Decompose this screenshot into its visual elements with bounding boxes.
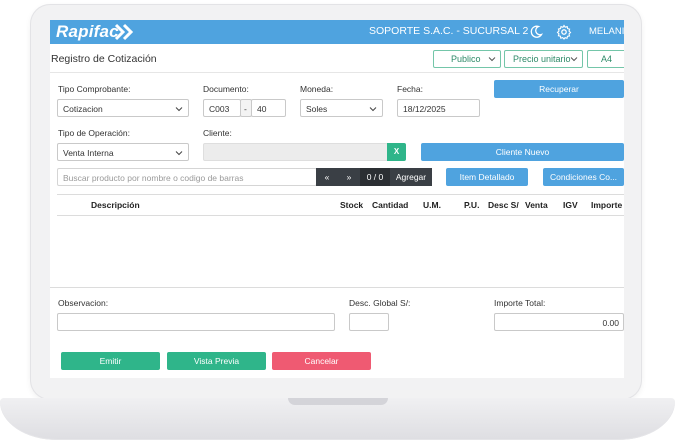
recuperar-button[interactable]: Recuperar xyxy=(494,80,624,98)
moneda-select[interactable]: Soles xyxy=(300,99,383,117)
emitir-button[interactable]: Emitir xyxy=(61,352,160,370)
tipo-operacion-value: Venta Interna xyxy=(63,147,114,158)
tipo-comprobante-label: Tipo Comprobante: xyxy=(58,84,131,94)
agregar-button[interactable]: Agregar xyxy=(390,168,432,186)
price-select[interactable]: Precio unitario xyxy=(504,50,583,68)
laptop-notch xyxy=(288,398,388,405)
moon-icon[interactable] xyxy=(529,25,543,39)
chevron-down-icon xyxy=(175,151,183,156)
documento-separator-text: - xyxy=(244,103,247,114)
page-counter: 0 / 0 xyxy=(360,168,390,186)
chevron-down-icon xyxy=(369,107,377,112)
condiciones-button[interactable]: Condiciones Co... xyxy=(543,168,624,186)
product-search-placeholder: Buscar producto por nombre o codigo de b… xyxy=(63,172,244,183)
documento-numero-value: 40 xyxy=(257,103,267,114)
tipo-operacion-select[interactable]: Venta Interna xyxy=(57,143,189,161)
desc-global-label: Desc. Global S/: xyxy=(349,298,411,308)
column-um: U.M. xyxy=(423,200,441,210)
tipo-operacion-label: Tipo de Operación: xyxy=(58,128,130,138)
table-top-border xyxy=(57,194,624,195)
gear-icon[interactable] xyxy=(556,24,572,40)
product-search-input[interactable]: Buscar producto por nombre o codigo de b… xyxy=(57,168,317,186)
device-mockup: Rapifac SOPORTE S.A.C. - SUCURSAL 2 MELA… xyxy=(0,0,675,440)
column-igv: IGV xyxy=(563,200,578,210)
moneda-value: Soles xyxy=(306,103,328,114)
fecha-label: Fecha: xyxy=(397,84,423,94)
moneda-label: Moneda: xyxy=(300,84,334,94)
brand-logo[interactable]: Rapifac xyxy=(56,22,119,42)
fecha-value: 18/12/2025 xyxy=(403,103,446,114)
top-bar: Rapifac SOPORTE S.A.C. - SUCURSAL 2 MELA… xyxy=(50,20,624,44)
documento-numero-input[interactable]: 40 xyxy=(251,99,286,117)
item-detallado-button[interactable]: Item Detallado xyxy=(446,168,528,186)
list-select[interactable]: Publico xyxy=(433,50,501,68)
table-header-border xyxy=(57,215,624,216)
format-select-value: A4 xyxy=(601,54,613,64)
documento-serie-value: C003 xyxy=(209,103,230,114)
user-name[interactable]: MELANI xyxy=(589,26,624,37)
observacion-label: Observacion: xyxy=(58,298,109,308)
format-select[interactable]: A4 xyxy=(587,50,624,68)
column-descripcion: Descripción xyxy=(91,200,140,210)
company-name[interactable]: SOPORTE S.A.C. - SUCURSAL 2 xyxy=(369,25,528,37)
column-stock: Stock xyxy=(340,200,364,210)
observacion-input[interactable] xyxy=(57,313,335,331)
fecha-input[interactable]: 18/12/2025 xyxy=(397,99,480,117)
vista-previa-button[interactable]: Vista Previa xyxy=(167,352,266,370)
tipo-comprobante-value: Cotizacion xyxy=(63,103,103,114)
documento-label: Documento: xyxy=(203,84,249,94)
documento-serie-input[interactable]: C003 xyxy=(203,99,241,117)
cancelar-button[interactable]: Cancelar xyxy=(272,352,371,370)
app-screen: Rapifac SOPORTE S.A.C. - SUCURSAL 2 MELA… xyxy=(50,20,624,378)
column-desc: Desc S/ xyxy=(488,200,519,210)
cliente-input[interactable] xyxy=(203,143,388,161)
cliente-label: Cliente: xyxy=(203,128,232,138)
desc-global-input[interactable] xyxy=(349,313,389,331)
chevron-down-icon xyxy=(175,107,183,112)
importe-total-input: 0.00 xyxy=(494,313,624,331)
column-venta: Venta xyxy=(525,200,548,210)
list-select-value: Publico xyxy=(451,54,481,64)
price-select-value: Precio unitario xyxy=(513,54,571,64)
table-bottom-border xyxy=(50,287,624,288)
brand-chevrons-icon xyxy=(114,23,134,41)
cliente-clear-button[interactable]: X xyxy=(387,143,406,161)
prev-page-button[interactable]: « xyxy=(316,168,338,186)
chevron-down-icon xyxy=(488,57,496,62)
chevron-down-icon xyxy=(570,57,578,62)
cliente-nuevo-button[interactable]: Cliente Nuevo xyxy=(421,143,624,161)
column-pu: P.U. xyxy=(464,200,480,210)
tipo-comprobante-select[interactable]: Cotizacion xyxy=(57,99,189,117)
next-page-button[interactable]: » xyxy=(338,168,360,186)
importe-total-label: Importe Total: xyxy=(494,298,546,308)
page-title: Registro de Cotización xyxy=(51,53,157,65)
column-importe: Importe xyxy=(591,200,623,210)
column-cantidad: Cantidad xyxy=(372,200,409,210)
header-divider xyxy=(50,72,624,73)
importe-total-value: 0.00 xyxy=(602,317,619,328)
